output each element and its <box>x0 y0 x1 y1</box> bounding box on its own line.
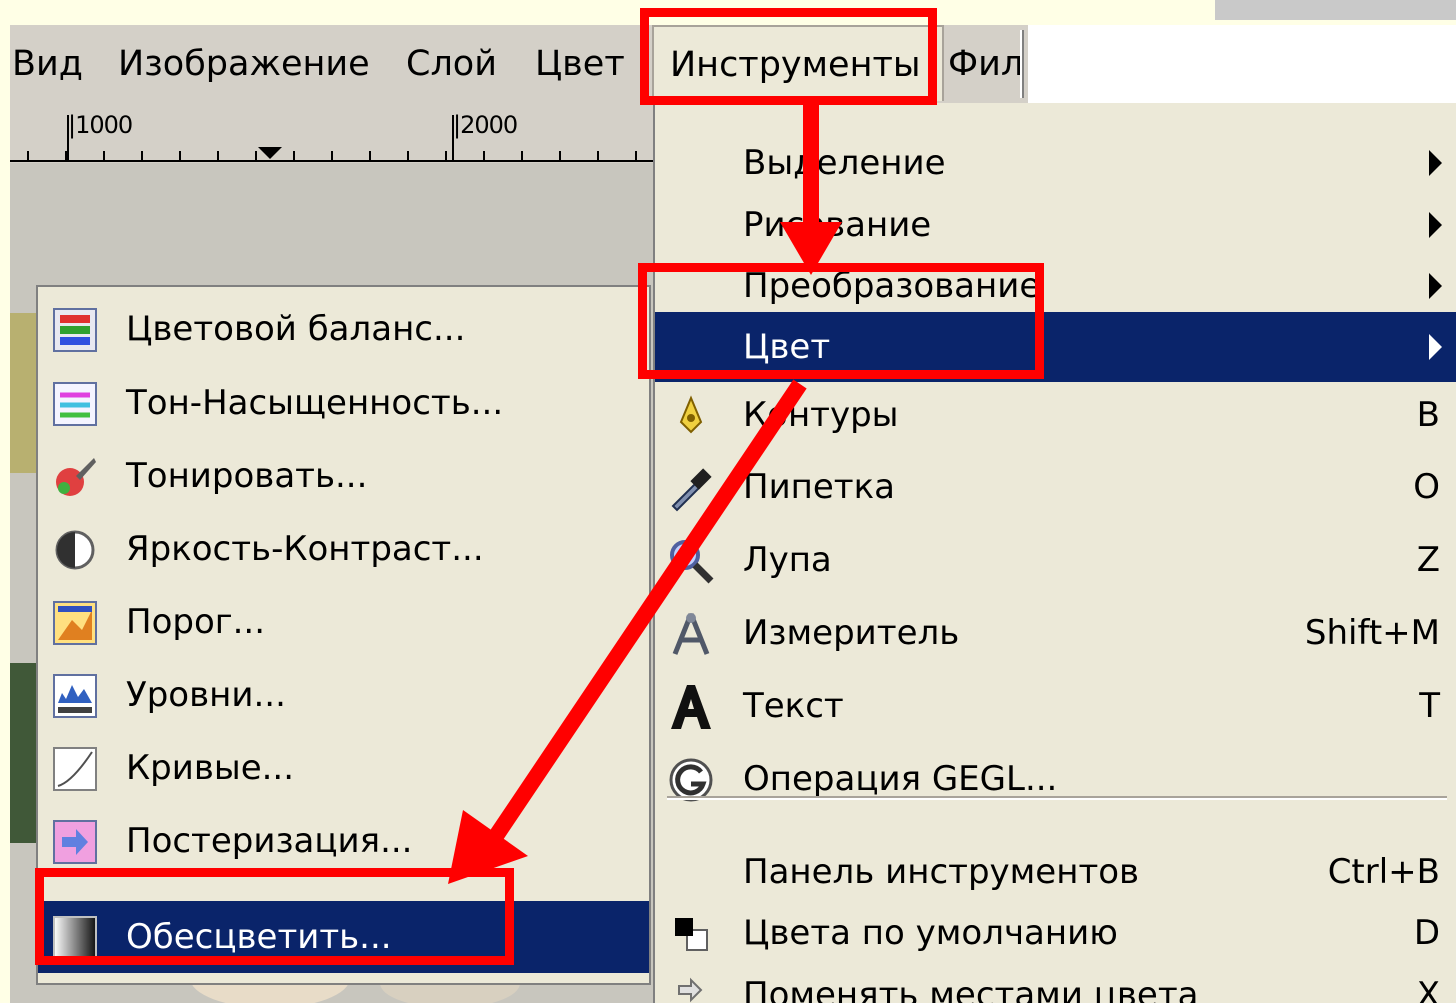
annotation-arrows <box>448 100 842 884</box>
arrow-line-diagonal <box>489 379 807 841</box>
arrow-head-down <box>780 222 842 275</box>
arrow-head-diagonal <box>448 810 528 884</box>
